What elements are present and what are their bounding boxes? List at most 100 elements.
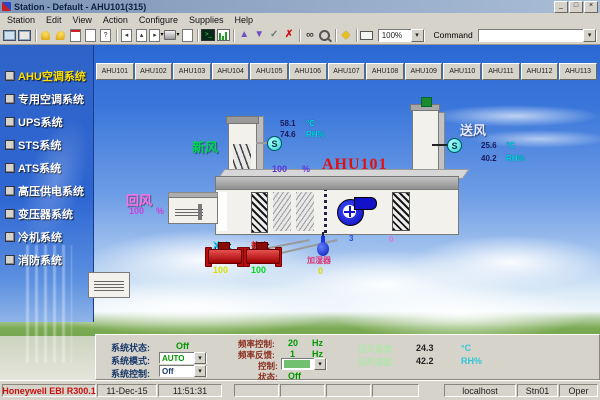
system-mode-dropdown[interactable]: AUTO ▾	[159, 352, 207, 364]
print-icon[interactable]: ▾	[164, 28, 179, 43]
status-host: localhost	[444, 384, 516, 397]
bullet-icon	[5, 255, 15, 265]
menu-edit[interactable]: Edit	[46, 15, 62, 25]
raise-icon[interactable]: ▲	[237, 28, 251, 43]
duct-handle	[198, 204, 202, 220]
tab-ahu102[interactable]: AHU102	[135, 63, 173, 80]
fresh-damper-unit: %	[302, 164, 310, 174]
cloud	[330, 285, 590, 340]
station-icon[interactable]	[3, 28, 17, 43]
chevron-down-icon[interactable]: ▾	[194, 352, 206, 364]
menu-action[interactable]: Action	[103, 15, 128, 25]
trend-icon[interactable]	[216, 28, 230, 43]
system-control-dropdown[interactable]: Off ▾	[159, 365, 207, 377]
system-status-value: Off	[176, 341, 189, 351]
page-back-icon[interactable]: ◂	[120, 28, 134, 43]
fresh-air-temp-unit: °C	[306, 119, 315, 128]
tab-ahu107[interactable]: AHU107	[328, 63, 366, 80]
message-summary-icon[interactable]: ?	[99, 28, 113, 43]
return-rh-unit: RH%	[461, 356, 482, 366]
fan-casing	[354, 197, 377, 210]
sidebar: AHU空调系统 专用空调系统 UPS系统 STS系统 ATS系统 高压供电系统 …	[0, 45, 94, 322]
zoom-box-icon[interactable]	[360, 28, 374, 43]
toolbar-separator	[299, 29, 300, 42]
toolbar-separator	[335, 29, 336, 42]
zoom-value: 100%	[382, 31, 402, 40]
alarm-ack-icon[interactable]	[54, 28, 68, 43]
sidebar-item-ahu[interactable]: AHU空调系统	[0, 69, 93, 82]
page-icon[interactable]	[180, 28, 194, 43]
bullet-icon	[5, 186, 15, 196]
alarm-summary-icon[interactable]	[69, 28, 83, 43]
alarm-bell-icon[interactable]	[39, 28, 53, 43]
tab-ahu106[interactable]: AHU106	[289, 63, 327, 80]
bullet-icon	[5, 117, 15, 127]
ahu-unit-body	[215, 189, 459, 235]
tab-ahu111[interactable]: AHU111	[482, 63, 520, 80]
chilled-water-valve[interactable]	[208, 249, 242, 264]
tab-ahu103[interactable]: AHU103	[173, 63, 211, 80]
fresh-air-label: 新风	[192, 137, 218, 156]
search-icon[interactable]	[318, 28, 332, 43]
recent-pages-icon[interactable]: ▸▾	[149, 28, 163, 43]
chevron-down-icon[interactable]: ▾	[583, 29, 596, 42]
tab-ahu108[interactable]: AHU108	[366, 63, 404, 80]
bullet-icon	[5, 71, 15, 81]
sidebar-item-dedicated-ac[interactable]: 专用空调系统	[0, 92, 93, 105]
system-status-label: 系统状态:	[111, 341, 150, 354]
command-input[interactable]: ▾	[478, 29, 597, 42]
find-icon[interactable]: ∞	[303, 28, 317, 43]
humidifier-label: 加湿器	[307, 255, 331, 266]
menu-view[interactable]: View	[73, 15, 92, 25]
system-control-value: Off	[162, 367, 174, 376]
menu-configure[interactable]: Configure	[139, 15, 178, 25]
fresh-air-tower-cap	[226, 116, 259, 124]
toolbar-separator	[35, 29, 36, 42]
associated-display-icon[interactable]: ◆	[339, 28, 353, 43]
heating-coil	[296, 192, 314, 231]
chevron-down-icon[interactable]: ▾	[314, 358, 326, 370]
tab-ahu101[interactable]: AHU101	[96, 63, 134, 80]
chilled-water-value: 100	[213, 265, 228, 275]
tab-ahu105[interactable]: AHU105	[250, 63, 288, 80]
bullet-icon	[5, 140, 15, 150]
fan-control-dropdown[interactable]: ▾	[281, 358, 327, 370]
status-cell-empty	[326, 384, 371, 397]
menu-help[interactable]: Help	[234, 15, 253, 25]
supply-air-temp: 25.6	[481, 141, 497, 150]
humidifier-drop-icon	[317, 242, 329, 256]
lower-icon[interactable]: ▼	[252, 28, 266, 43]
cloud	[410, 235, 600, 290]
menu-station[interactable]: Station	[7, 15, 35, 25]
fresh-air-temp: 58.1	[280, 119, 296, 128]
return-damper-unit: %	[156, 206, 164, 216]
damper-actuator	[421, 97, 432, 107]
tab-ahu109[interactable]: AHU109	[405, 63, 443, 80]
accept-icon[interactable]: ✓	[267, 28, 281, 43]
system-mode-value: AUTO	[162, 354, 185, 363]
hot-water-valve[interactable]	[246, 249, 280, 264]
minimize-button[interactable]: _	[554, 1, 568, 13]
page-forward-icon[interactable]: ▴	[135, 28, 149, 43]
misc-value-blue: 3	[349, 234, 353, 243]
chevron-down-icon[interactable]: ▾	[194, 365, 206, 377]
tab-ahu113[interactable]: AHU113	[559, 63, 597, 80]
cooling-coil	[273, 192, 291, 231]
event-summary-icon[interactable]	[84, 28, 98, 43]
zoom-combobox[interactable]: 100% ▾	[378, 29, 425, 42]
tab-ahu110[interactable]: AHU110	[443, 63, 481, 80]
command-label: Command	[434, 30, 473, 40]
menu-supplies[interactable]: Supplies	[189, 15, 224, 25]
command-console-icon[interactable]: >_	[201, 28, 215, 43]
system-mode-label: 系统模式:	[111, 354, 150, 367]
tab-ahu112[interactable]: AHU112	[521, 63, 559, 80]
tab-ahu104[interactable]: AHU104	[212, 63, 250, 80]
chevron-down-icon[interactable]: ▾	[411, 29, 424, 42]
close-button[interactable]: ×	[584, 1, 598, 13]
display-icon[interactable]	[18, 28, 32, 43]
cancel-icon[interactable]: ✗	[282, 28, 296, 43]
supply-air-sensor-icon[interactable]: S	[447, 138, 462, 153]
misc-value-magenta: 0	[389, 235, 393, 244]
maximize-button[interactable]: □	[569, 1, 583, 13]
status-time: 11:51:31	[158, 384, 222, 397]
